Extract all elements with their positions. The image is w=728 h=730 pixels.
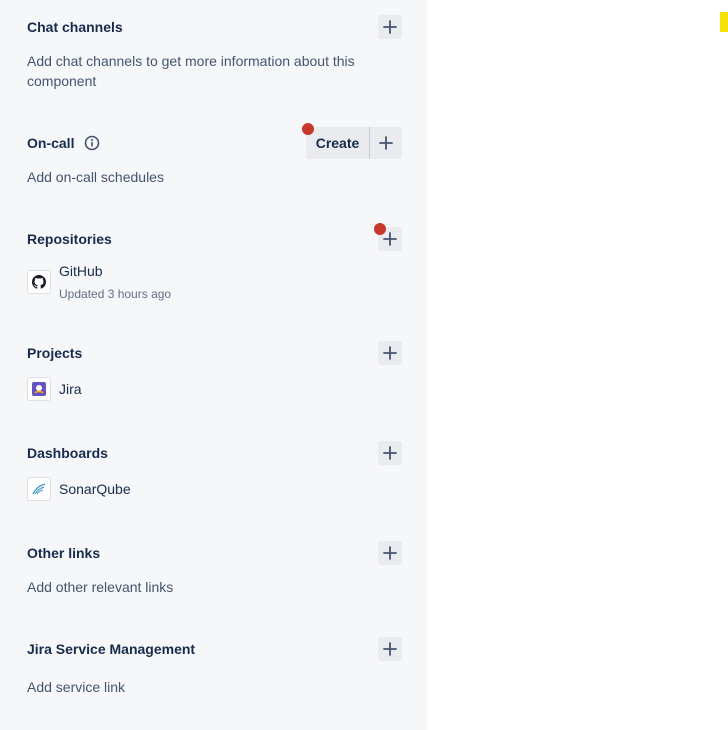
plus-icon <box>383 346 397 360</box>
add-other-link-button[interactable] <box>378 541 402 565</box>
add-service-link-button[interactable] <box>378 637 402 661</box>
chat-channels-title: Chat channels <box>27 19 123 35</box>
repository-link-github[interactable]: GitHub <box>59 261 103 281</box>
plus-icon <box>383 20 397 34</box>
chat-channels-description[interactable]: Add chat channels to get more informatio… <box>27 51 377 91</box>
add-dashboard-button[interactable] <box>378 441 402 465</box>
plus-icon <box>383 232 397 246</box>
add-project-button[interactable] <box>378 341 402 365</box>
repository-updated-time: Updated 3 hours ago <box>59 287 172 301</box>
jsm-description[interactable]: Add service link <box>27 677 125 697</box>
dashboard-link-sonarqube[interactable]: SonarQube <box>59 479 131 499</box>
add-chat-channel-button[interactable] <box>378 15 402 39</box>
notification-dot <box>302 123 314 135</box>
repositories-title: Repositories <box>27 231 112 247</box>
sonarqube-icon <box>27 477 51 501</box>
projects-title: Projects <box>27 345 83 361</box>
on-call-create-group: Create <box>306 127 402 159</box>
accent-mark <box>720 12 728 32</box>
dashboards-title: Dashboards <box>27 445 108 461</box>
info-icon[interactable] <box>84 135 100 151</box>
plus-icon <box>383 546 397 560</box>
on-call-description[interactable]: Add on-call schedules <box>27 167 164 187</box>
notification-dot <box>374 223 386 235</box>
other-links-description[interactable]: Add other relevant links <box>27 577 173 597</box>
github-icon <box>27 270 51 294</box>
other-links-title: Other links <box>27 545 101 561</box>
on-call-title: On-call <box>27 135 75 151</box>
plus-icon <box>383 642 397 656</box>
component-details-sidebar: Chat channels Add chat channels to get m… <box>0 0 427 730</box>
project-link-jira[interactable]: Jira <box>59 379 82 399</box>
jira-project-icon <box>27 377 51 401</box>
add-on-call-button[interactable] <box>370 127 402 159</box>
jsm-title: Jira Service Management <box>27 641 196 657</box>
plus-icon <box>379 136 393 150</box>
plus-icon <box>383 446 397 460</box>
create-on-call-button[interactable]: Create <box>306 127 370 159</box>
